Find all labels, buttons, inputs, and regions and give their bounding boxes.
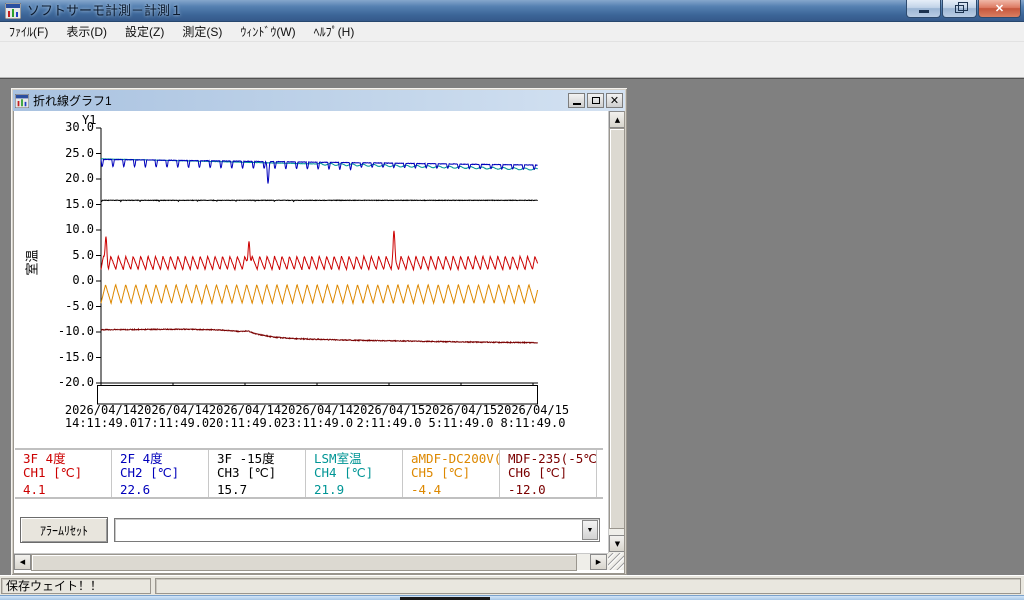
channel-unit: CH2 [℃] — [120, 466, 208, 480]
y-tick-label: 25.0 — [48, 146, 94, 160]
channel-name: aMDF-DC200V(+7 — [411, 452, 499, 466]
legend-channel-1: 3F 4度CH1 [℃] 4.1 — [15, 450, 112, 497]
legend-channel-5: aMDF-DC200V(+7CH5 [℃] -4.4 — [403, 450, 500, 497]
minimize-icon — [573, 103, 581, 105]
close-icon: ✕ — [995, 2, 1004, 15]
y-tick-label: 20.0 — [48, 171, 94, 185]
channel-unit: CH3 [℃] — [217, 466, 305, 480]
legend-channel-6: MDF-235(-5℃)CH6 [℃] -12.0 — [500, 450, 597, 497]
horizontal-scrollbar[interactable]: ◀ ▶ — [14, 553, 608, 570]
channel-unit: CH4 [℃] — [314, 466, 402, 480]
graph-window-icon — [15, 94, 29, 108]
status-panel-secondary — [155, 578, 1021, 594]
channel-name: LSM室温 — [314, 452, 402, 466]
chart-series-ch2 — [101, 159, 538, 183]
alarm-reset-button[interactable]: ｱﾗｰﾑﾘｾｯﾄ — [20, 517, 108, 543]
vertical-scrollbar[interactable]: ▲ ▼ — [608, 111, 625, 553]
resize-grip[interactable] — [608, 553, 625, 570]
window-titlebar[interactable]: ソフトサーモ計測－計測１ ✕ — [0, 0, 1024, 22]
taskbar-edge[interactable] — [0, 595, 1024, 600]
y-tick-label: 30.0 — [48, 120, 94, 134]
legend-channel-4: LSM室温CH4 [℃] 21.9 — [306, 450, 403, 497]
status-message: 保存ウェイト！！ — [1, 578, 151, 594]
vertical-scroll-thumb[interactable] — [609, 128, 625, 529]
menubar: ﾌｧｲﾙ(F)表示(D)設定(Z)測定(S)ｳｨﾝﾄﾞｳ(W)ﾍﾙﾌﾟ(H) — [0, 22, 1024, 42]
toolbar: D1D2D3Y1Y2Y3▲▼▲▼▼▲◀◀◀■▶▶▶◀▶▶◀ — [0, 42, 1024, 78]
chart-series-ch3 — [101, 200, 538, 202]
graph-client-area: Y1 室温 30.025.020.015.010.05.00.0-5.0-10.… — [13, 111, 625, 574]
menu-item-settings[interactable]: 設定(Z) — [116, 22, 173, 42]
y-tick-label: 0.0 — [48, 273, 94, 287]
graph-window[interactable]: 折れ線グラフ1 ✕ Y1 室温 30.025.020.015.010.05.00… — [10, 87, 628, 576]
restore-button[interactable] — [942, 0, 977, 18]
y-axis-title: 室温 — [22, 249, 41, 275]
maximize-icon — [592, 97, 600, 104]
channel-name: 3F 4度 — [23, 452, 111, 466]
status-bar: 保存ウェイト！！ — [0, 575, 1024, 595]
alarm-combo-input[interactable] — [117, 521, 577, 539]
menu-item-measure[interactable]: 測定(S) — [173, 22, 231, 42]
graph-close-button[interactable]: ✕ — [606, 93, 623, 108]
channel-value: 21.9 — [314, 483, 402, 497]
restore-icon — [955, 5, 964, 13]
channel-name: 2F 4度 — [120, 452, 208, 466]
combo-dropdown-icon[interactable]: ▼ — [582, 520, 598, 540]
menu-item-view[interactable]: 表示(D) — [57, 22, 116, 42]
line-chart — [95, 120, 549, 410]
menu-item-window[interactable]: ｳｨﾝﾄﾞｳ(W) — [231, 22, 304, 42]
menu-item-help[interactable]: ﾍﾙﾌﾟ(H) — [305, 22, 364, 42]
scroll-down-icon[interactable]: ▼ — [609, 535, 625, 552]
app-icon — [5, 3, 21, 19]
chart-lower-band — [98, 386, 538, 405]
menu-item-file[interactable]: ﾌｧｲﾙ(F) — [0, 22, 57, 42]
channel-legend: 3F 4度CH1 [℃]4.12F 4度CH2 [℃]22.63F -15度CH… — [15, 448, 603, 499]
chart-series-ch5 — [101, 285, 538, 304]
graph-minimize-button[interactable] — [568, 93, 585, 108]
scroll-up-icon[interactable]: ▲ — [609, 111, 625, 128]
channel-name: MDF-235(-5℃) — [508, 452, 596, 466]
channel-value: 4.1 — [23, 483, 111, 497]
x-tick-label: 2026/04/158:11:49.0 — [491, 404, 575, 430]
legend-channel-2: 2F 4度CH2 [℃] 22.6 — [112, 450, 209, 497]
horizontal-scroll-thumb[interactable] — [31, 554, 577, 571]
y-tick-label: 15.0 — [48, 197, 94, 211]
y-tick-label: 5.0 — [48, 248, 94, 262]
y-tick-label: -5.0 — [48, 299, 94, 313]
minimize-button[interactable] — [906, 0, 941, 18]
window-title: ソフトサーモ計測－計測１ — [27, 0, 183, 22]
chart-series-ch1 — [101, 231, 538, 270]
channel-name: 3F -15度 — [217, 452, 305, 466]
legend-channel-3: 3F -15度CH3 [℃] 15.7 — [209, 450, 306, 497]
channel-value: -4.4 — [411, 483, 499, 497]
graph-window-title: 折れ線グラフ1 — [33, 92, 112, 109]
channel-unit: CH6 [℃] — [508, 466, 596, 480]
chart-series-ch6 — [101, 329, 538, 343]
channel-unit: CH1 [℃] — [23, 466, 111, 480]
y-tick-label: -15.0 — [48, 350, 94, 364]
y-tick-label: -10.0 — [48, 324, 94, 338]
channel-value: -12.0 — [508, 483, 596, 497]
y-tick-label: -20.0 — [48, 375, 94, 389]
graph-window-titlebar[interactable]: 折れ線グラフ1 ✕ — [13, 90, 625, 111]
mdi-area: 折れ線グラフ1 ✕ Y1 室温 30.025.020.015.010.05.00… — [0, 78, 1024, 575]
graph-maximize-button[interactable] — [587, 93, 604, 108]
close-button[interactable]: ✕ — [978, 0, 1021, 18]
minimize-icon — [919, 10, 929, 13]
channel-value: 15.7 — [217, 483, 305, 497]
scroll-right-icon[interactable]: ▶ — [590, 554, 607, 570]
channel-unit: CH5 [℃] — [411, 466, 499, 480]
channel-value: 22.6 — [120, 483, 208, 497]
alarm-combo[interactable]: ▼ — [114, 518, 600, 542]
close-icon: ✕ — [610, 94, 619, 107]
scroll-left-icon[interactable]: ◀ — [14, 554, 31, 570]
y-tick-label: 10.0 — [48, 222, 94, 236]
